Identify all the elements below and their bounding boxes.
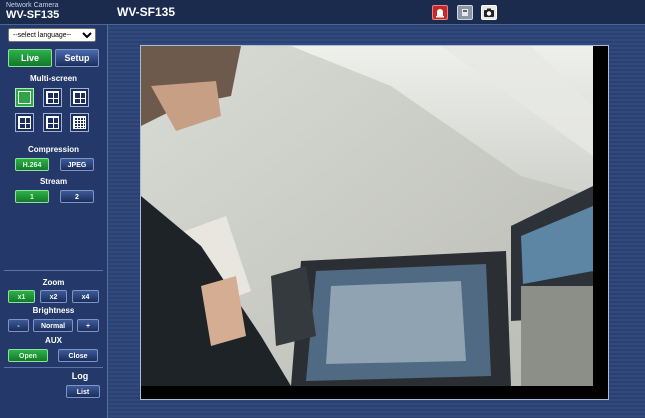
quad-screen-icon [73, 91, 86, 104]
sidebar-divider [4, 270, 103, 271]
multiscreen-4c-button[interactable] [15, 113, 34, 132]
alarm-icon[interactable] [432, 5, 448, 20]
multiscreen-4d-button[interactable] [43, 113, 62, 132]
stream-1-button[interactable]: 1 [15, 190, 49, 203]
live-video-view[interactable] [140, 45, 609, 400]
quad-screen-icon [46, 116, 59, 129]
aux-label: AUX [45, 336, 62, 345]
setup-button[interactable]: Setup [55, 49, 99, 67]
brand-model: WV-SF135 [6, 9, 60, 21]
sd-memory-icon[interactable] [457, 5, 473, 20]
multiscreen-label: Multi-screen [29, 74, 78, 83]
quad-screen-icon [18, 116, 31, 129]
compression-h264-button[interactable]: H.264 [15, 158, 49, 171]
multiscreen-1-button[interactable] [15, 88, 34, 107]
brightness-plus-button[interactable]: + [77, 319, 99, 332]
single-screen-icon [18, 91, 31, 104]
stream-2-button[interactable]: 2 [60, 190, 94, 203]
multiscreen-4b-button[interactable] [70, 88, 89, 107]
sixteen-screen-icon [73, 116, 86, 129]
camera-image [141, 46, 608, 399]
camera-title: WV-SF135 [117, 5, 176, 19]
stream-label: Stream [39, 177, 68, 186]
compression-label: Compression [27, 145, 80, 154]
multiscreen-16-button[interactable] [70, 113, 89, 132]
zoom-label: Zoom [42, 278, 65, 287]
zoom-x2-button[interactable]: x2 [40, 290, 67, 303]
top-bar: Network Camera WV-SF135 WV-SF135 [0, 0, 645, 25]
log-list-button[interactable]: List [66, 385, 100, 398]
compression-jpeg-button[interactable]: JPEG [60, 158, 94, 171]
sidebar-divider [4, 367, 103, 368]
quad-screen-icon [46, 91, 59, 104]
live-button[interactable]: Live [8, 49, 52, 67]
brightness-normal-button[interactable]: Normal [33, 319, 73, 332]
zoom-x4-button[interactable]: x4 [72, 290, 99, 303]
aux-close-button[interactable]: Close [58, 349, 98, 362]
language-select[interactable]: --select language-- [8, 28, 96, 42]
brightness-label: Brightness [32, 306, 75, 315]
sidebar: --select language-- Live Setup Multi-scr… [0, 25, 108, 418]
multiscreen-4-button[interactable] [43, 88, 62, 107]
aux-open-button[interactable]: Open [8, 349, 48, 362]
brightness-minus-button[interactable]: - [8, 319, 29, 332]
snapshot-icon[interactable] [481, 5, 497, 20]
zoom-x1-button[interactable]: x1 [8, 290, 35, 303]
